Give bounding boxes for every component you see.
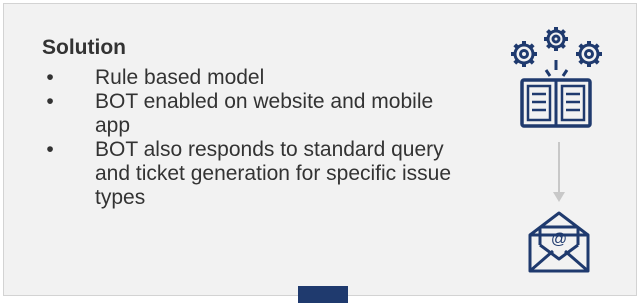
gears-book-icon	[498, 26, 618, 136]
at-symbol: @	[551, 231, 567, 248]
bullet-text: Rule based model	[95, 66, 265, 89]
bullet-item: • BOT enabled on website and mobile app	[42, 90, 462, 138]
email-envelope-icon: @	[526, 209, 592, 275]
bullet-marker: •	[46, 66, 54, 89]
bullet-item: • Rule based model	[42, 66, 462, 90]
bullet-marker: •	[46, 138, 54, 161]
solution-bullet-list: • Rule based model • BOT enabled on webs…	[42, 66, 462, 210]
bullet-item: • BOT also responds to standard query an…	[42, 138, 462, 210]
bullet-text: BOT enabled on website and mobile app	[95, 90, 434, 137]
solution-heading: Solution	[42, 36, 126, 59]
bullet-text: BOT also responds to standard query and …	[95, 138, 452, 209]
bottom-accent-tab	[298, 286, 348, 303]
solution-card: Solution • Rule based model • BOT enable…	[3, 3, 637, 296]
arrow-down-icon	[552, 142, 566, 204]
bullet-marker: •	[46, 90, 54, 113]
